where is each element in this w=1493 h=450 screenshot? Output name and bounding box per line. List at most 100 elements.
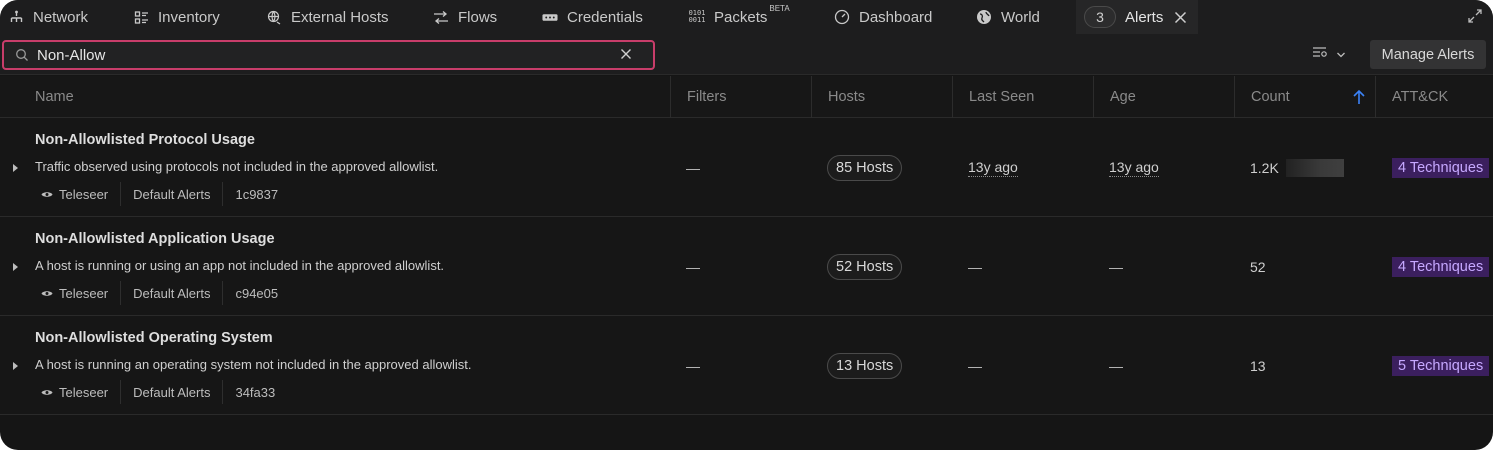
alert-group: Default Alerts <box>120 380 222 404</box>
tab-label: Alerts <box>1125 8 1164 26</box>
attack-techniques-badge[interactable]: 5 Techniques <box>1392 356 1490 376</box>
alert-id: 34fa33 <box>222 380 287 404</box>
expand-row-icon[interactable] <box>13 362 18 370</box>
alert-name: Non-Allowlisted Operating System <box>35 330 273 346</box>
last-seen-cell: 13y ago <box>968 118 1018 217</box>
view-options-icon <box>1312 45 1328 64</box>
hosts-pill[interactable]: 52 Hosts <box>827 253 903 280</box>
count-value: 1.2K <box>1250 159 1279 176</box>
filters-cell: — <box>686 258 700 275</box>
age-cell: — <box>1109 357 1123 374</box>
eye-icon <box>41 187 53 202</box>
filters-cell: — <box>686 357 700 374</box>
hosts-cell: 52 Hosts <box>827 217 903 316</box>
search-input[interactable] <box>37 45 597 65</box>
inventory-icon <box>133 9 149 25</box>
tab-network[interactable]: Network <box>8 0 88 34</box>
count-cell: 52 <box>1250 258 1266 275</box>
flows-icon <box>433 9 449 25</box>
column-header-last-seen[interactable]: Last Seen <box>952 76 1093 118</box>
tab-label: Network <box>33 8 89 26</box>
expand-row-icon[interactable] <box>13 263 18 271</box>
hosts-pill[interactable]: 85 Hosts <box>827 154 903 181</box>
tab-flows[interactable]: Flows <box>433 0 497 34</box>
close-icon[interactable] <box>1172 9 1188 25</box>
globe-icon <box>976 9 992 25</box>
column-header-attack[interactable]: ATT&CK <box>1375 76 1493 118</box>
chevron-down-icon <box>1336 46 1346 64</box>
age-cell: — <box>1109 258 1123 275</box>
packets-icon: 0101 0011 <box>688 9 706 24</box>
tab-label: World <box>1001 8 1040 26</box>
hosts-cell: 85 Hosts <box>827 118 903 217</box>
alert-name: Non-Allowlisted Protocol Usage <box>35 132 255 148</box>
alert-count-badge: 3 <box>1084 6 1116 28</box>
tab-bar: Network Inventory External Hosts Flows C… <box>0 0 1493 34</box>
tab-packets[interactable]: 0101 0011 PacketsBETA <box>689 0 790 34</box>
external-hosts-icon <box>266 9 282 25</box>
age-value: 13y ago <box>1109 158 1159 177</box>
search-icon <box>15 48 29 62</box>
tab-label: Flows <box>458 8 498 26</box>
column-header-age[interactable]: Age <box>1093 76 1234 118</box>
alert-group: Default Alerts <box>120 182 222 206</box>
eye-icon <box>41 385 53 400</box>
alert-source: Teleseer <box>35 182 120 206</box>
column-header-hosts[interactable]: Hosts <box>811 76 952 118</box>
expand-row-icon[interactable] <box>13 164 18 172</box>
alert-description: A host is running or using an app not in… <box>35 258 445 273</box>
last-seen-cell: — <box>968 258 982 275</box>
last-seen-value: 13y ago <box>968 158 1018 177</box>
tab-alerts[interactable]: 3 Alerts <box>1076 0 1199 34</box>
credentials-icon <box>542 9 558 25</box>
count-bar <box>1285 158 1344 177</box>
tab-inventory[interactable]: Inventory <box>133 0 220 34</box>
tab-credentials[interactable]: Credentials <box>542 0 643 34</box>
tab-label: Inventory <box>158 8 220 26</box>
sort-ascending-icon[interactable] <box>1352 88 1366 106</box>
alert-meta: Teleseer Default Alerts 34fa33 <box>35 380 287 404</box>
column-header-name[interactable]: Name <box>35 76 74 118</box>
alert-description: A host is running an operating system no… <box>35 357 472 372</box>
column-header-filters[interactable]: Filters <box>670 76 811 118</box>
tab-label: Credentials <box>567 8 643 26</box>
alert-name: Non-Allowlisted Application Usage <box>35 231 275 247</box>
age-cell: 13y ago <box>1109 118 1159 217</box>
alert-description: Traffic observed using protocols not inc… <box>35 159 439 174</box>
alert-id: c94e05 <box>222 281 290 305</box>
manage-alerts-button[interactable]: Manage Alerts <box>1370 40 1486 69</box>
app-window: Network Inventory External Hosts Flows C… <box>0 0 1493 450</box>
last-seen-cell: — <box>968 357 982 374</box>
hosts-cell: 13 Hosts <box>827 316 903 415</box>
alert-group: Default Alerts <box>120 281 222 305</box>
table-header: Name Filters Hosts Last Seen Age Count A… <box>0 76 1493 118</box>
expand-icon[interactable] <box>1467 8 1483 24</box>
eye-icon <box>41 286 53 301</box>
tab-world[interactable]: World <box>976 0 1040 34</box>
tab-external-hosts[interactable]: External Hosts <box>266 0 389 34</box>
table-row[interactable]: Non-Allowlisted Operating System A host … <box>0 316 1493 415</box>
dashboard-icon <box>834 9 850 25</box>
count-cell: 1.2K <box>1250 118 1344 217</box>
attack-techniques-badge[interactable]: 4 Techniques <box>1392 257 1490 277</box>
tab-dashboard[interactable]: Dashboard <box>834 0 932 34</box>
attack-techniques-badge[interactable]: 4 Techniques <box>1392 158 1490 178</box>
search-box[interactable] <box>2 40 655 70</box>
tab-label: Packets <box>714 8 768 26</box>
network-icon <box>8 9 24 25</box>
tab-label: Dashboard <box>859 8 933 26</box>
alert-meta: Teleseer Default Alerts 1c9837 <box>35 182 290 206</box>
table-row[interactable]: Non-Allowlisted Protocol Usage Traffic o… <box>0 118 1493 217</box>
alert-source: Teleseer <box>35 380 120 404</box>
table-row[interactable]: Non-Allowlisted Application Usage A host… <box>0 217 1493 316</box>
tab-label: External Hosts <box>291 8 389 26</box>
view-options-button[interactable] <box>1312 45 1346 64</box>
alert-id: 1c9837 <box>222 182 290 206</box>
alert-meta: Teleseer Default Alerts c94e05 <box>35 281 290 305</box>
beta-badge: BETA <box>769 3 790 13</box>
toolbar: Manage Alerts <box>0 34 1493 75</box>
clear-search-icon[interactable] <box>619 47 633 61</box>
alert-source: Teleseer <box>35 281 120 305</box>
filters-cell: — <box>686 159 700 176</box>
hosts-pill[interactable]: 13 Hosts <box>827 352 903 379</box>
